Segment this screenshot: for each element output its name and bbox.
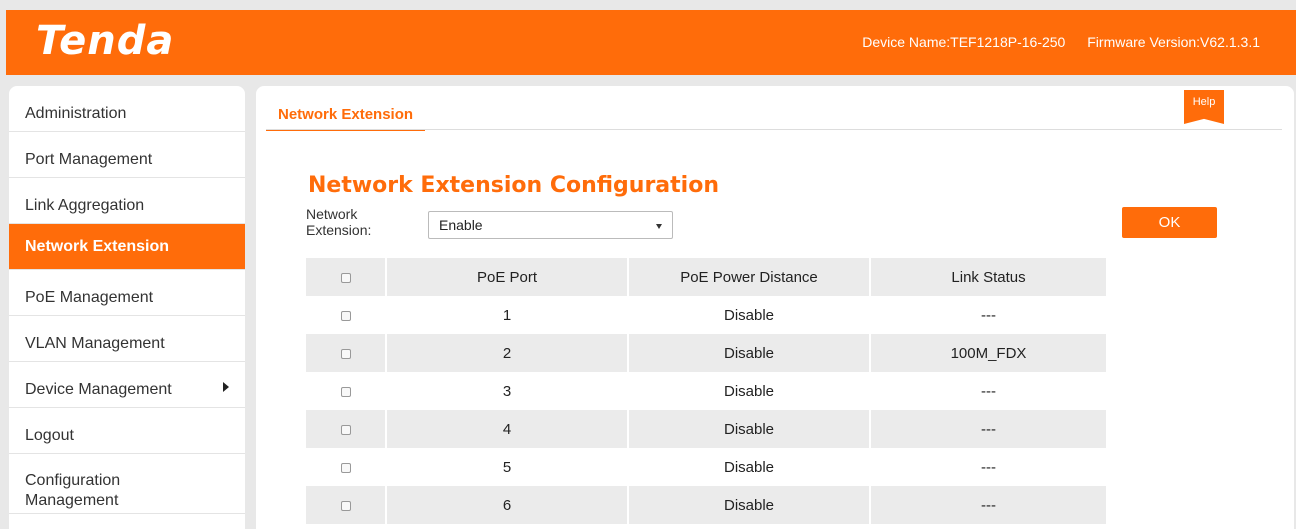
sidebar-item-label: Network Extension — [25, 237, 170, 255]
table-header-row: PoE Port PoE Power Distance Link Status — [306, 258, 1108, 296]
row-checkbox-cell — [306, 296, 387, 334]
poe-distance-cell: Disable — [628, 448, 871, 486]
sidebar: Administration Port Management Link Aggr… — [9, 86, 245, 529]
select-all-checkbox[interactable] — [340, 272, 351, 283]
row-checkbox[interactable] — [340, 310, 351, 321]
poe-port-cell: 1 — [386, 296, 629, 334]
main-content: Network Extension Help Network Extension… — [256, 86, 1294, 529]
sidebar-item-configuration-management[interactable]: Configuration Management — [9, 454, 245, 514]
top-bar: Tenda Device Name:TEF1218P-16-250 Firmwa… — [6, 10, 1296, 75]
ok-button[interactable]: OK — [1122, 207, 1217, 238]
sidebar-item-logout[interactable]: Logout — [9, 408, 245, 454]
select-all-header — [306, 258, 387, 296]
poe-port-cell: 4 — [386, 410, 629, 448]
row-checkbox[interactable] — [340, 348, 351, 359]
sidebar-item-network-extension[interactable]: Network Extension — [9, 224, 245, 270]
poe-port-cell: 2 — [386, 334, 629, 372]
poe-port-table: PoE Port PoE Power Distance Link Status … — [306, 258, 1108, 524]
tab-divider — [266, 129, 1282, 130]
sidebar-item-label: Port Management — [25, 150, 153, 168]
poe-port-cell: 5 — [386, 448, 629, 486]
page-title: Network Extension Configuration — [308, 173, 719, 198]
sidebar-item-label: Administration — [25, 104, 127, 122]
table-row: 5 Disable --- — [306, 448, 1108, 486]
link-status-cell: --- — [870, 372, 1108, 410]
link-status-cell: --- — [870, 296, 1108, 334]
row-checkbox[interactable] — [340, 386, 351, 397]
sidebar-item-label: Configuration Management — [25, 471, 121, 509]
table-row: 2 Disable 100M_FDX — [306, 334, 1108, 372]
row-checkbox[interactable] — [340, 462, 351, 473]
caret-down-icon — [656, 224, 662, 229]
poe-distance-cell: Disable — [628, 372, 871, 410]
row-checkbox[interactable] — [340, 500, 351, 511]
poe-distance-cell: Disable — [628, 486, 871, 524]
link-status-cell: --- — [870, 448, 1108, 486]
row-checkbox-cell — [306, 334, 387, 372]
sidebar-item-poe-management[interactable]: PoE Management — [9, 270, 245, 316]
sidebar-item-port-management[interactable]: Port Management — [9, 132, 245, 178]
row-checkbox-cell — [306, 372, 387, 410]
network-extension-label: Network Extension: — [306, 206, 372, 238]
table-row: 1 Disable --- — [306, 296, 1108, 334]
triangle-right-icon — [223, 382, 229, 392]
table-row: 6 Disable --- — [306, 486, 1108, 524]
row-checkbox-cell — [306, 410, 387, 448]
tenda-logo: Tenda — [36, 18, 175, 64]
sidebar-item-label: Link Aggregation — [25, 196, 145, 214]
sidebar-item-label: Logout — [25, 426, 74, 444]
firmware-version: Firmware Version:V62.1.3.1 — [1087, 34, 1260, 50]
network-extension-select[interactable]: Enable — [428, 211, 673, 239]
link-status-cell: 100M_FDX — [870, 334, 1108, 372]
table-row: 3 Disable --- — [306, 372, 1108, 410]
poe-port-cell: 6 — [386, 486, 629, 524]
link-status-cell: --- — [870, 486, 1108, 524]
sidebar-item-label: VLAN Management — [25, 334, 165, 352]
sidebar-item-label: PoE Management — [25, 288, 154, 306]
poe-distance-cell: Disable — [628, 334, 871, 372]
row-checkbox-cell — [306, 448, 387, 486]
row-checkbox-cell — [306, 486, 387, 524]
sidebar-item-link-aggregation[interactable]: Link Aggregation — [9, 178, 245, 224]
poe-distance-cell: Disable — [628, 410, 871, 448]
tab-network-extension[interactable]: Network Extension — [266, 106, 426, 131]
poe-distance-cell: Disable — [628, 296, 871, 334]
sidebar-item-vlan-management[interactable]: VLAN Management — [9, 316, 245, 362]
help-button[interactable]: Help — [1184, 90, 1224, 124]
column-header-link-status: Link Status — [870, 258, 1108, 296]
device-name: Device Name:TEF1218P-16-250 — [862, 34, 1066, 50]
device-info: Device Name:TEF1218P-16-250 Firmware Ver… — [844, 34, 1260, 50]
select-value: Enable — [439, 217, 483, 233]
sidebar-item-label: Device Management — [25, 380, 172, 398]
poe-port-cell: 3 — [386, 372, 629, 410]
link-status-cell: --- — [870, 410, 1108, 448]
sidebar-item-device-management[interactable]: Device Management — [9, 362, 245, 408]
column-header-poe-port: PoE Port — [386, 258, 629, 296]
column-header-poe-power-distance: PoE Power Distance — [628, 258, 871, 296]
row-checkbox[interactable] — [340, 424, 351, 435]
sidebar-item-administration[interactable]: Administration — [9, 86, 245, 132]
table-row: 4 Disable --- — [306, 410, 1108, 448]
